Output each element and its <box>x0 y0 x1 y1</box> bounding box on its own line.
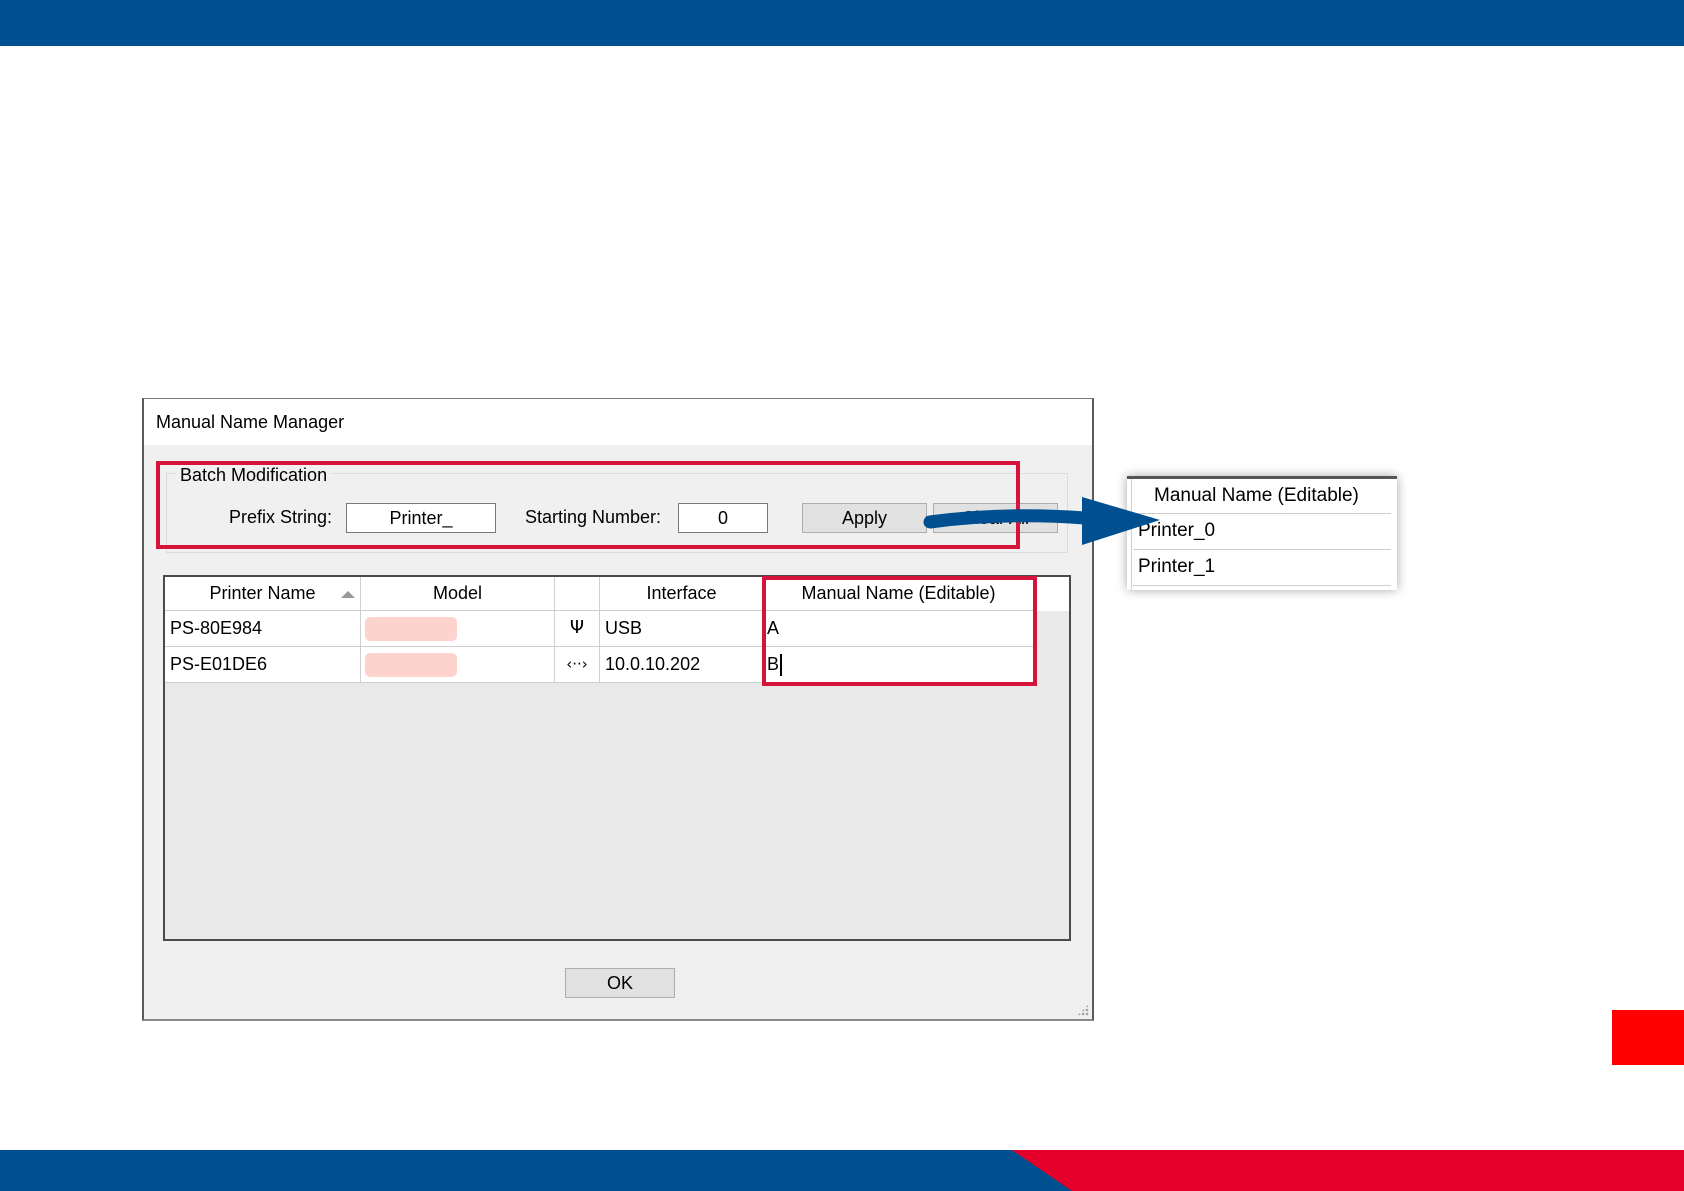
row1-manual-name-field[interactable]: A <box>764 611 1034 647</box>
starting-number-label: Starting Number: <box>525 507 662 527</box>
row1-model[interactable] <box>361 611 555 647</box>
dialog-titlebar: Manual Name Manager <box>144 399 1092 445</box>
network-icon: ‹··› <box>555 647 600 683</box>
callout-row-gridline <box>1127 479 1132 590</box>
text-cursor <box>780 654 783 677</box>
callout-header: Manual Name (Editable) <box>1133 479 1391 514</box>
column-printer-name-label: Printer Name <box>209 583 316 603</box>
apply-button[interactable]: Apply <box>802 503 927 533</box>
callout-row-1: Printer_0 <box>1133 514 1391 550</box>
column-manual-name[interactable]: Manual Name (Editable) <box>764 577 1034 611</box>
column-interface[interactable]: Interface <box>600 577 764 611</box>
row2-printer-name[interactable]: PS-E01DE6 <box>165 647 361 683</box>
dialog-title: Manual Name Manager <box>156 412 345 432</box>
row2-model[interactable] <box>361 647 555 683</box>
top-brand-band <box>0 0 1684 46</box>
row1-printer-name[interactable]: PS-80E984 <box>165 611 361 647</box>
redacted-model-value <box>365 617 457 641</box>
batch-modification-label: Batch Modification <box>176 465 332 486</box>
row1-interface[interactable]: USB <box>600 611 764 647</box>
table-header: Printer Name Model Interface Manual Name… <box>165 577 1069 611</box>
row2-interface[interactable]: 10.0.10.202 <box>600 647 764 683</box>
starting-number-input[interactable] <box>678 503 768 533</box>
column-printer-name[interactable]: Printer Name <box>165 577 361 611</box>
clear-all-button[interactable]: Clear All <box>933 503 1058 533</box>
prefix-string-input[interactable] <box>346 503 496 533</box>
ok-button[interactable]: OK <box>565 968 675 998</box>
column-model[interactable]: Model <box>361 577 555 611</box>
bottom-red-wedge <box>1012 1150 1684 1191</box>
prefix-string-label: Prefix String: <box>229 507 333 527</box>
resize-grip-icon[interactable] <box>1077 1004 1089 1016</box>
manual-name-callout: Manual Name (Editable) Printer_0 Printer… <box>1127 476 1397 590</box>
row2-manual-name-field[interactable]: B <box>764 647 1034 683</box>
redacted-model-value <box>365 653 457 677</box>
usb-icon: Ψ <box>555 611 600 647</box>
row2-manual-name-value: B <box>767 654 780 674</box>
printer-table: Printer Name Model Interface Manual Name… <box>163 575 1071 941</box>
sort-ascending-icon <box>341 591 355 598</box>
column-interface-icon[interactable] <box>555 577 600 611</box>
page-tab-marker <box>1612 1010 1684 1065</box>
callout-row-2: Printer_1 <box>1133 550 1391 586</box>
bottom-brand-band <box>0 1150 1684 1191</box>
manual-name-manager-dialog: Manual Name Manager Batch Modification P… <box>142 398 1094 1021</box>
